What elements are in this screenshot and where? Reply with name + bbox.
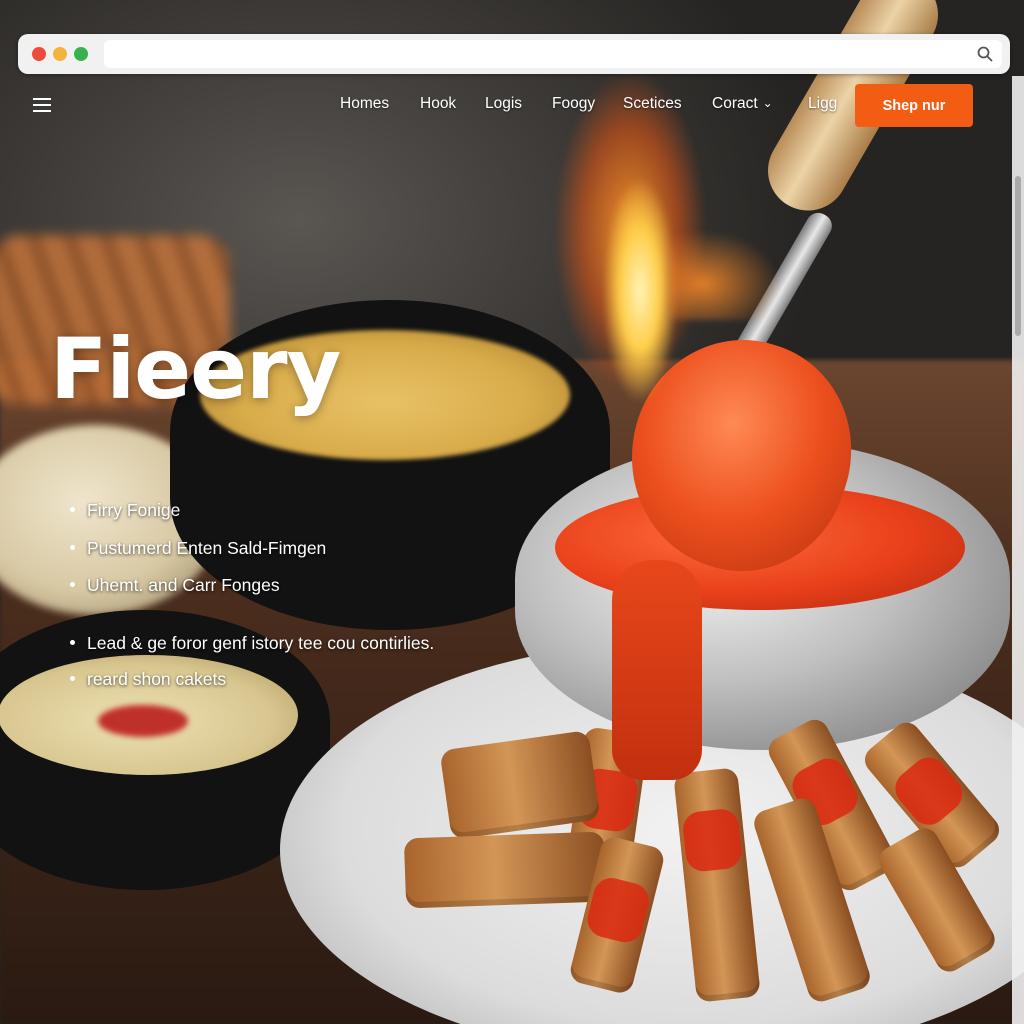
list-item: reard shon cakets: [70, 669, 226, 690]
list-item: Uhemt. and Carr Fonges: [70, 575, 280, 596]
nav-link-ligg[interactable]: Ligg: [808, 95, 837, 113]
list-item-text: Pustumerd Enten Sald-Fimgen: [87, 538, 327, 558]
window-maximize-button[interactable]: [74, 47, 88, 61]
bullet-icon: [70, 676, 75, 681]
shop-now-button[interactable]: Shep nur: [855, 84, 973, 127]
hamburger-icon[interactable]: [33, 97, 51, 113]
list-item-text: Lead & ge foror genf istory tee cou cont…: [87, 633, 435, 653]
list-item-text: reard shon cakets: [87, 669, 227, 689]
nav-link-coract[interactable]: Coract ⌄: [712, 95, 773, 113]
nav-link-scetices[interactable]: Scetices: [623, 95, 682, 113]
list-item: Lead & ge foror genf istory tee cou cont…: [70, 633, 434, 654]
bullet-icon: [70, 582, 75, 587]
nav-link-homes[interactable]: Homes: [340, 95, 389, 113]
chevron-down-icon: ⌄: [762, 96, 773, 110]
hero-title: Fieery: [50, 320, 341, 418]
address-bar[interactable]: [104, 40, 1002, 68]
fry-stick: [403, 831, 607, 909]
nav-link-hook[interactable]: Hook: [420, 95, 456, 113]
list-item-text: Uhemt. and Carr Fonges: [87, 575, 280, 595]
sauce-drip: [612, 560, 702, 780]
scrollbar-thumb[interactable]: [1015, 176, 1021, 336]
bullet-icon: [70, 640, 75, 645]
browser-toolbar: [18, 34, 1010, 74]
nav-link-foogy[interactable]: Foogy: [552, 95, 595, 113]
bullet-icon: [70, 545, 75, 550]
list-item: Pustumerd Enten Sald-Fimgen: [70, 538, 326, 559]
list-item: Firry Fonige: [70, 500, 180, 521]
page-scrollbar[interactable]: [1012, 76, 1024, 1024]
nav-link-logis[interactable]: Logis: [485, 95, 522, 113]
window-close-button[interactable]: [32, 47, 46, 61]
list-item-text: Firry Fonige: [87, 500, 181, 520]
bullet-icon: [70, 507, 75, 512]
window-minimize-button[interactable]: [53, 47, 67, 61]
flame-lick: [670, 230, 780, 320]
search-icon[interactable]: [976, 45, 994, 63]
nav-link-coract-label: Coract: [712, 95, 758, 112]
